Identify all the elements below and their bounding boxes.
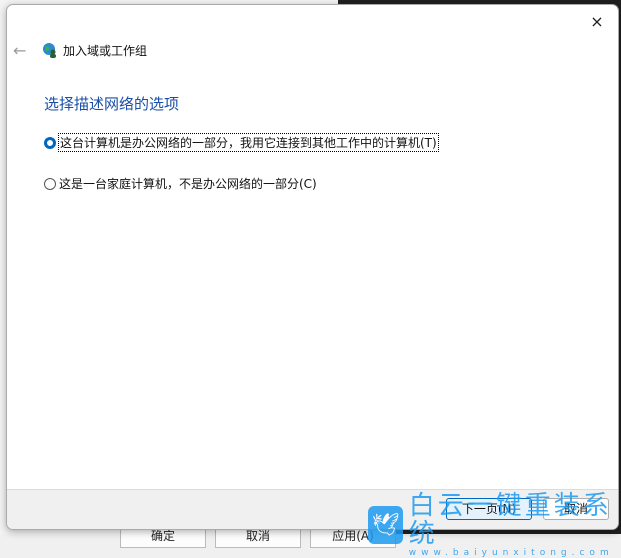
option-office-network[interactable]: 这台计算机是办公网络的一部分，我用它连接到其他工作中的计算机(T) xyxy=(44,133,439,152)
close-icon: × xyxy=(590,12,604,31)
back-button[interactable]: ← xyxy=(13,41,26,60)
back-arrow-icon: ← xyxy=(13,41,27,60)
join-domain-dialog: × ← 加入域或工作组 选择描述网络的选项 这台计算机是办公网络的一部分，我用它… xyxy=(6,4,619,530)
radio-unselected[interactable] xyxy=(44,177,56,190)
page-heading: 选择描述网络的选项 xyxy=(44,95,180,113)
option-label: 这台计算机是办公网络的一部分，我用它连接到其他工作中的计算机(T) xyxy=(58,133,439,152)
network-globe-icon xyxy=(43,43,56,58)
watermark-url: www.baiyunxitong.com xyxy=(408,548,614,558)
dialog-title: 加入域或工作组 xyxy=(63,44,148,58)
option-home-computer[interactable]: 这是一台家庭计算机，不是办公网络的一部分(C) xyxy=(44,175,317,192)
next-button[interactable]: 下一页(N) xyxy=(446,498,532,520)
close-button[interactable]: × xyxy=(582,9,612,35)
dialog-footer: 下一页(N) 取消 xyxy=(7,489,618,529)
option-label: 这是一台家庭计算机，不是办公网络的一部分(C) xyxy=(59,177,317,191)
cancel-button[interactable]: 取消 xyxy=(543,498,609,520)
radio-selected[interactable] xyxy=(44,136,56,149)
